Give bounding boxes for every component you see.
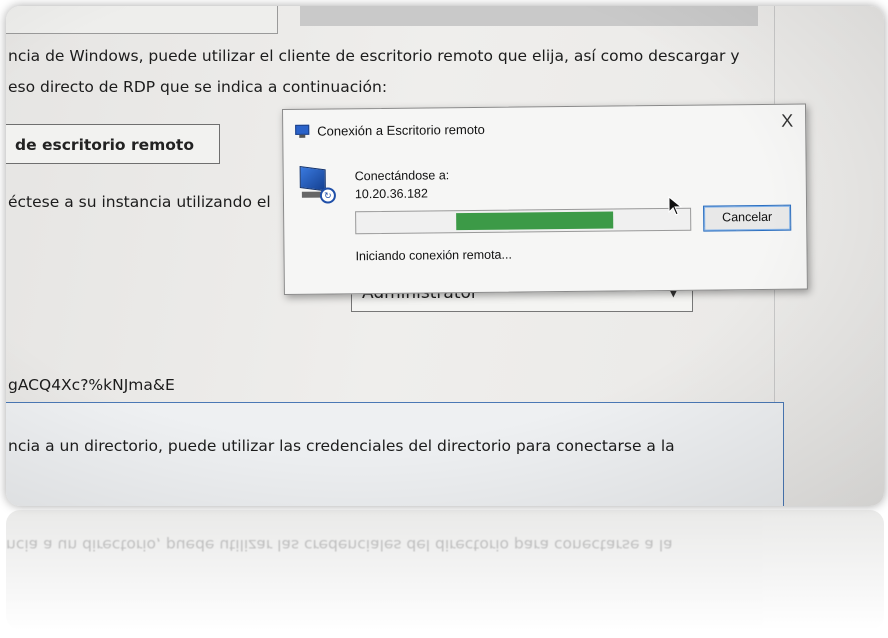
connection-status: Iniciando conexión remota... <box>355 247 512 264</box>
top-left-box <box>6 6 278 34</box>
top-right-bar <box>300 6 758 26</box>
dialog-title-bar: Conexión a Escritorio remoto <box>295 122 485 139</box>
connect-instructions: éctese a su instancia utilizando el <box>8 193 271 211</box>
password-value: gACQ4Xc?%kNJma&E <box>8 376 175 394</box>
screen-photo: ncia de Windows, puede utilizar el clien… <box>6 6 884 506</box>
intro-line-1: ncia de Windows, puede utilizar el clien… <box>8 47 740 65</box>
connection-progress-bar <box>355 207 692 235</box>
progress-fill <box>456 211 614 231</box>
close-icon[interactable]: X <box>781 111 793 132</box>
remote-desktop-icon: ↻ <box>298 165 338 205</box>
remote-desktop-icon <box>295 124 311 138</box>
intro-line-2: eso directo de RDP que se indica a conti… <box>8 78 388 96</box>
connecting-address: 10.20.36.182 <box>354 186 428 202</box>
screen-reflection: ncia a un directorio, puede utilizar las… <box>6 510 884 630</box>
cursor-icon <box>668 195 683 216</box>
dialog-title: Conexión a Escritorio remoto <box>317 121 485 139</box>
connecting-label: Conectándose a: <box>354 168 450 184</box>
cancel-button[interactable]: Cancelar <box>703 204 792 232</box>
reflected-text: ncia a un directorio, puede utilizar las… <box>6 536 673 554</box>
directory-note: ncia a un directorio, puede utilizar las… <box>8 437 675 455</box>
rdp-connection-dialog: Conexión a Escritorio remoto X ↻ Conectá… <box>282 103 808 295</box>
download-rdp-button[interactable]: de escritorio remoto <box>6 124 220 164</box>
